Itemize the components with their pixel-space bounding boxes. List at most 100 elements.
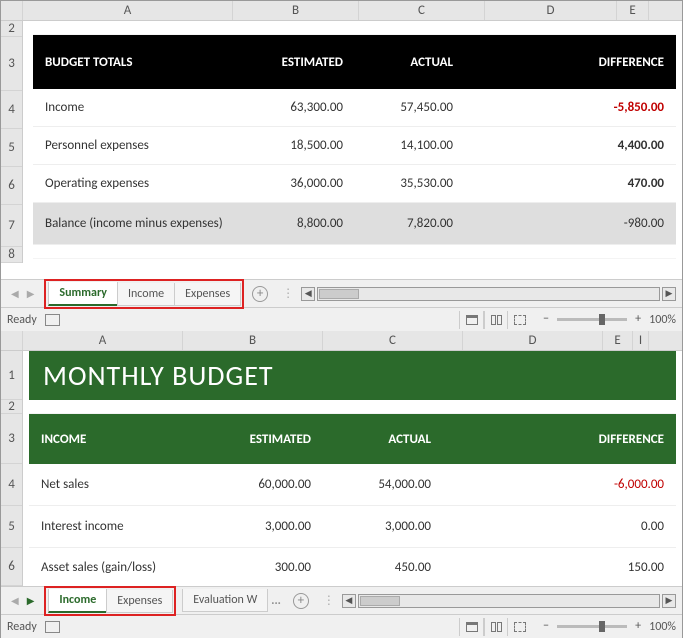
tab-income[interactable]: Income (117, 283, 175, 306)
balance-row[interactable]: Balance (income minus expenses) 8,800.00… (33, 203, 676, 245)
row-3[interactable]: 3 (1, 414, 22, 464)
view-normal-button[interactable] (459, 618, 483, 636)
page-title: MONTHLY BUDGET (29, 351, 676, 400)
add-sheet-button[interactable]: + (252, 286, 268, 302)
add-sheet-button[interactable]: + (293, 593, 309, 609)
zoom-in-button[interactable]: + (631, 620, 645, 634)
tabs-highlight: Income Expenses (44, 586, 176, 616)
col-C[interactable]: C (323, 331, 463, 350)
row-8[interactable]: 8 (1, 247, 22, 263)
scroll-right-button[interactable]: ▶ (662, 594, 676, 608)
tab-expenses[interactable]: Expenses (174, 283, 241, 306)
row-7[interactable]: 7 (1, 205, 22, 247)
scroll-thumb[interactable] (360, 596, 400, 606)
summary-table: BUDGET TOTALS ESTIMATED ACTUAL DIFFERENC… (33, 35, 676, 245)
row-3[interactable]: 3 (1, 37, 22, 91)
workbook-bottom: A B C D E I 1 2 3 4 5 6 MONTHLY BUDGET I… (1, 331, 682, 638)
scroll-track[interactable] (317, 287, 660, 301)
cell-actual: 450.00 (311, 560, 431, 575)
row-5[interactable]: 5 (1, 129, 22, 167)
view-buttons (459, 618, 531, 636)
more-tabs-icon[interactable]: ... (271, 594, 281, 608)
tab-evaluation[interactable]: Evaluation W (182, 589, 268, 612)
zoom-out-button[interactable]: − (539, 313, 553, 327)
tab-income[interactable]: Income (48, 589, 107, 613)
tab-expenses[interactable]: Expenses (106, 590, 173, 613)
view-page-break-button[interactable] (507, 311, 531, 329)
macro-record-icon[interactable] (45, 314, 60, 326)
cell-difference: -980.00 (453, 216, 664, 231)
resize-grip-icon[interactable]: ⋮ (323, 593, 336, 608)
tab-summary[interactable]: Summary (48, 282, 118, 306)
scroll-left-button[interactable]: ◀ (342, 594, 356, 608)
workbook-top: A B C D E 2 3 4 5 6 7 8 BUDGET TOTALS ES… (1, 1, 682, 331)
view-page-break-button[interactable] (507, 618, 531, 636)
tab-nav-arrows[interactable]: ◀▶ (1, 594, 44, 607)
hdr-difference: DIFFERENCE (453, 55, 664, 70)
row-4[interactable]: 4 (1, 464, 22, 506)
zoom-value[interactable]: 100% (649, 620, 676, 634)
table-row[interactable]: Operating expenses 36,000.00 35,530.00 4… (33, 165, 676, 203)
table-row[interactable]: Asset sales (gain/loss) 300.00 450.00 15… (29, 548, 676, 586)
macro-record-icon[interactable] (45, 621, 60, 633)
zoom-slider[interactable] (557, 625, 627, 628)
table-row[interactable]: Personnel expenses 18,500.00 14,100.00 4… (33, 127, 676, 165)
col-A[interactable]: A (23, 1, 233, 20)
col-E[interactable]: E (603, 331, 633, 350)
scroll-left-button[interactable]: ◀ (301, 287, 315, 301)
row-headers: 2 3 4 5 6 7 8 (1, 21, 23, 263)
col-B[interactable]: B (233, 1, 359, 20)
row-6[interactable]: 6 (1, 167, 22, 205)
zoom-control[interactable]: − + 100% (539, 620, 676, 634)
hdr-title: INCOME (41, 432, 181, 447)
cell-label: Operating expenses (45, 176, 233, 191)
income-table: INCOME ESTIMATED ACTUAL DIFFERENCE Net s… (29, 414, 676, 586)
cell-estimated: 8,800.00 (233, 216, 343, 231)
cell-difference: 470.00 (453, 176, 664, 191)
zoom-value[interactable]: 100% (649, 313, 676, 327)
cell-actual: 57,450.00 (343, 100, 453, 115)
col-A[interactable]: A (23, 331, 183, 350)
scroll-right-button[interactable]: ▶ (662, 287, 676, 301)
view-normal-button[interactable] (459, 311, 483, 329)
row-2[interactable]: 2 (1, 400, 22, 414)
sheet-tab-strip: ◀▶ Income Expenses Evaluation W ... + ⋮ … (1, 586, 682, 614)
view-page-layout-button[interactable] (483, 618, 507, 636)
cell-label: Personnel expenses (45, 138, 233, 153)
col-E[interactable]: E (617, 1, 649, 20)
status-ready: Ready (7, 313, 37, 327)
tab-nav-arrows[interactable]: ◀▶ (1, 287, 44, 300)
col-D[interactable]: D (463, 331, 603, 350)
cell-difference: -6,000.00 (431, 477, 664, 492)
table-row[interactable]: Income 63,300.00 57,450.00 -5,850.00 (33, 89, 676, 127)
column-headers: A B C D E I (1, 331, 682, 351)
table-row[interactable]: Net sales 60,000.00 54,000.00 -6,000.00 (29, 464, 676, 506)
cell-actual: 14,100.00 (343, 138, 453, 153)
view-page-layout-button[interactable] (483, 311, 507, 329)
cell-label: Balance (income minus expenses) (45, 216, 233, 231)
status-ready: Ready (7, 620, 37, 634)
scroll-track[interactable] (358, 594, 660, 608)
row-2[interactable]: 2 (1, 21, 22, 37)
row-6[interactable]: 6 (1, 548, 22, 586)
scroll-thumb[interactable] (319, 289, 359, 299)
zoom-slider[interactable] (557, 318, 627, 321)
table-header-row: BUDGET TOTALS ESTIMATED ACTUAL DIFFERENC… (33, 35, 676, 89)
row-1[interactable]: 1 (1, 351, 22, 400)
row-5[interactable]: 5 (1, 506, 22, 548)
row-4[interactable]: 4 (1, 91, 22, 129)
resize-grip-icon[interactable]: ⋮ (282, 286, 295, 301)
col-I[interactable]: I (633, 331, 649, 350)
cell-actual: 35,530.00 (343, 176, 453, 191)
zoom-in-button[interactable]: + (631, 313, 645, 327)
horizontal-scrollbar[interactable]: ◀ ▶ (342, 594, 682, 608)
col-B[interactable]: B (183, 331, 323, 350)
table-row[interactable]: Interest income 3,000.00 3,000.00 0.00 (29, 506, 676, 548)
cell-difference: 0.00 (431, 519, 664, 534)
cell-estimated: 63,300.00 (233, 100, 343, 115)
horizontal-scrollbar[interactable]: ◀ ▶ (301, 287, 682, 301)
zoom-control[interactable]: − + 100% (539, 313, 676, 327)
zoom-out-button[interactable]: − (539, 620, 553, 634)
col-D[interactable]: D (485, 1, 617, 20)
col-C[interactable]: C (359, 1, 485, 20)
